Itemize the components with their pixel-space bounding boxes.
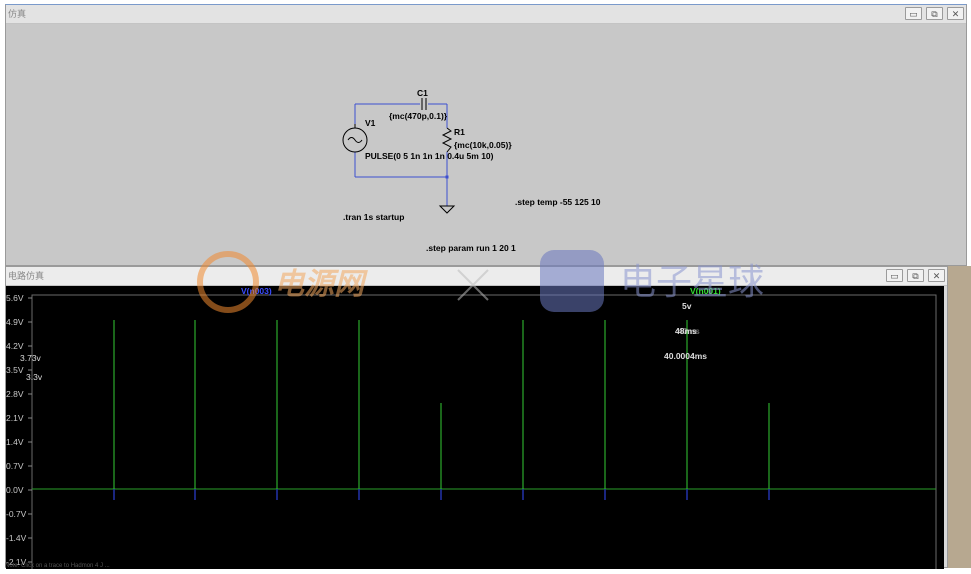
cursor-time2-readout: 40.0004ms <box>664 351 707 361</box>
schematic-minimize-button[interactable]: ▭ <box>905 7 922 20</box>
waveform-minimize-button[interactable]: ▭ <box>886 269 903 282</box>
y-tick-label: 5.6V <box>6 293 24 303</box>
y-tick-label: 1.4V <box>6 437 24 447</box>
y-tick-label: 0.0V <box>6 485 24 495</box>
y-tick-label: 4.2V <box>6 341 24 351</box>
status-bar-text: Note: Click on a trace to Hadmon 4 J ... <box>5 563 110 569</box>
schematic-titlebar[interactable]: 仿真 ▭ ⧉ ✕ <box>6 5 966 24</box>
cursor-voltage-readout: 5v <box>682 301 692 311</box>
trace-label-n001: V(n001) <box>690 286 721 296</box>
waveform-close-button[interactable]: ✕ <box>928 269 945 282</box>
schematic-canvas[interactable]: C1 {mc(470p,0.1)} V1 PULSE(0 5 1n 1n 1n … <box>6 24 966 265</box>
pulse-trace-group <box>113 320 770 500</box>
r1-label: R1 <box>454 127 465 137</box>
resistor-r1 <box>441 127 453 153</box>
schematic-window-title: 仿真 <box>8 9 27 19</box>
background-strip <box>948 266 971 568</box>
waveform-restore-button[interactable]: ⧉ <box>907 269 924 282</box>
step-param-directive: .step param run 1 20 1 <box>426 243 516 253</box>
c1-value: {mc(470p,0.1)} <box>389 111 448 121</box>
schematic-drawing: C1 {mc(470p,0.1)} V1 PULSE(0 5 1n 1n 1n … <box>342 88 601 253</box>
junction-dot <box>445 175 449 179</box>
trace-label-n003: V(n003) <box>241 286 272 296</box>
marker-373: 3.73v <box>20 353 42 363</box>
schematic-restore-button[interactable]: ⧉ <box>926 7 943 20</box>
y-axis: 5.6V 4.9V 4.2V 3.5V 2.8V 2.1V 1.4V 0.7V 0.0V -0.7… <box>6 293 32 567</box>
y-tick-label: 3.5V <box>6 365 24 375</box>
y-tick-label: 4.9V <box>6 317 24 327</box>
voltage-source-v1 <box>342 124 368 153</box>
y-tick-label: -1.4V <box>6 533 27 543</box>
waveform-titlebar[interactable]: 电路仿真 ▭ ⧉ ✕ <box>6 267 947 286</box>
waveform-plot[interactable]: 5.6V 4.9V 4.2V 3.5V 2.8V 2.1V 1.4V 0.7V 0.0V -0.7… <box>6 286 944 572</box>
r1-value: {mc(10k,0.05)} <box>454 140 512 150</box>
schematic-close-button[interactable]: ✕ <box>947 7 964 20</box>
capacitor-c1 <box>421 98 427 110</box>
tran-directive: .tran 1s startup <box>343 212 404 222</box>
y-tick-label: 0.7V <box>6 461 24 471</box>
y-tick-label: 2.1V <box>6 413 24 423</box>
v1-label: V1 <box>365 118 376 128</box>
waveform-plot-svg: 5.6V 4.9V 4.2V 3.5V 2.8V 2.1V 1.4V 0.7V 0.0V -0.7… <box>6 286 937 572</box>
v1-value: PULSE(0 5 1n 1n 1n 0.4u 5m 10) <box>365 151 494 161</box>
marker-33: 3.3v <box>26 372 43 382</box>
ground-icon <box>438 205 456 214</box>
waveform-window: 电路仿真 ▭ ⧉ ✕ 5.6V 4.9V 4.2V 3.5V 2.8V 2.1V 1.4V 0… <box>5 266 948 572</box>
schematic-window: 仿真 ▭ ⧉ ✕ C1 {mc(470p,0.1)} V1 PULSE(0 5 … <box>5 4 967 266</box>
c1-label: C1 <box>417 88 428 98</box>
y-tick-label: -0.7V <box>6 509 27 519</box>
waveform-window-title: 电路仿真 <box>8 271 45 281</box>
plot-frame <box>31 294 937 572</box>
step-temp-directive: .step temp -55 125 10 <box>515 197 601 207</box>
cursor-time-overlap: 40ms <box>678 326 700 336</box>
y-tick-label: 2.8V <box>6 389 24 399</box>
